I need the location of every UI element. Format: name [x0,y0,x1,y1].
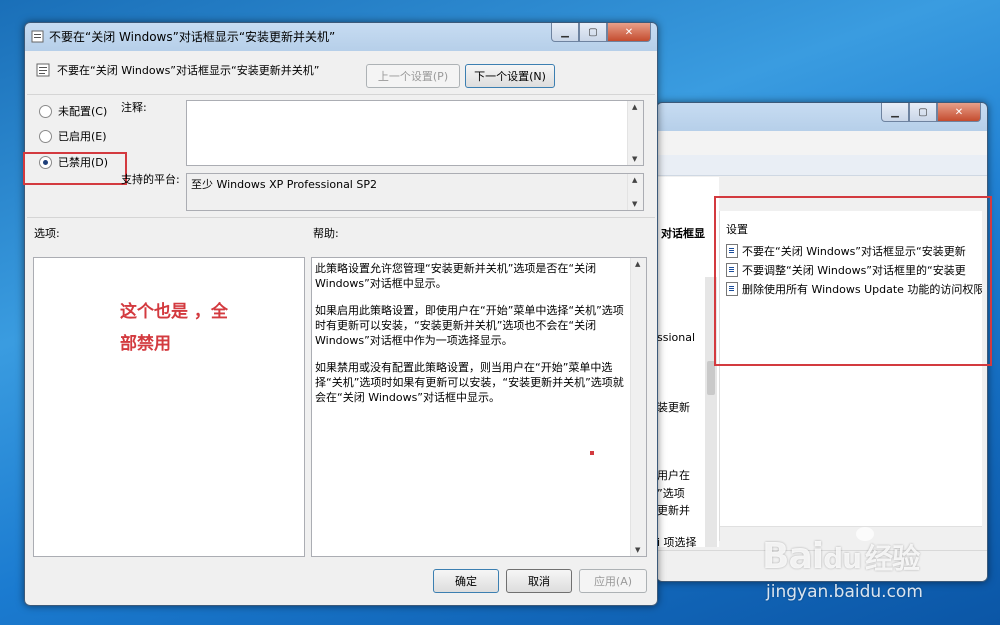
watermark-logo-text: Bai [762,536,824,577]
ok-button[interactable]: 确定 [433,569,499,593]
comment-scrollbar[interactable]: ▲ ▼ [627,101,643,165]
help-paragraph: 如果启用此策略设置，即使用户在“开始”菜单中选择“关机”选项时有更新可以安装，“… [315,304,624,347]
disabled-highlight-box [23,152,127,185]
back-window-titlebar: ▁ ▢ ✕ [657,103,987,129]
dialog-titlebar: 不要在“关闭 Windows”对话框显示“安装更新并关机” ▁ ▢ ✕ [25,23,657,49]
close-button[interactable]: ✕ [937,103,981,122]
platform-scrollbar[interactable]: ▲ ▼ [627,174,643,210]
watermark-url: jingyan.baidu.com [766,582,923,602]
text-fragment: ssional [657,331,696,344]
text-fragment: i 项选择 [657,536,697,547]
close-button[interactable]: ✕ [607,23,651,42]
platform-field: 至少 Windows XP Professional SP2 ▲ ▼ [186,173,644,211]
radio-enabled[interactable]: 已启用(E) [39,128,107,144]
baidu-jingyan-watermark: Baidu 经验 jingyan.baidu.com [760,512,990,607]
header-divider [27,94,655,95]
maximize-button[interactable]: ▢ [579,23,607,42]
radio-indicator [39,129,52,143]
text-fragment: 更新并 [657,504,690,517]
setting-name-heading: 不要在“关闭 Windows”对话框显示“安装更新并关机” [57,64,320,77]
column-header: 对话框显 [661,227,705,240]
help-label: 帮助: [313,227,339,240]
minimize-button[interactable]: ▁ [881,103,909,122]
body-divider [27,217,655,218]
back-window-toolbar [657,131,987,156]
minimize-button[interactable]: ▁ [551,23,579,42]
platform-label: 支持的平台: [121,173,180,186]
annotation-line: 部禁用 [120,334,171,354]
red-dot-mark [590,451,594,455]
annotation-text: 这个也是 ，全 部禁用 [120,296,228,360]
radio-label: 已启用(E) [58,130,107,143]
previous-setting-button[interactable]: 上一个设置(P) [366,64,460,88]
radio-label: 未配置(C) [58,105,108,118]
back-window-panel-divider [657,155,987,176]
text-fragment: 装更新 [657,401,690,414]
help-panel: 此策略设置允许您管理“安装更新并关机”选项是否在“关闭 Windows”对话框中… [311,257,647,557]
help-scrollbar[interactable]: ▲ ▼ [630,258,646,556]
radio-indicator [39,104,52,118]
comment-label: 注释: [121,101,147,114]
annotation-line: 这个也是 ，全 [120,302,228,322]
next-setting-button[interactable]: 下一个设置(N) [465,64,555,88]
platform-value: 至少 Windows XP Professional SP2 [191,178,377,191]
text-fragment: ”选项 [657,487,685,500]
help-paragraph: 如果禁用或没有配置此策略设置，则当用户在“开始”菜单中选择“关机”选项时如果有更… [315,361,624,404]
watermark-logo-suffix: 经验 [865,542,920,575]
options-label: 选项: [34,227,60,240]
dialog-title: 不要在“关闭 Windows”对话框显示“安装更新并关机” [49,30,336,44]
help-text: 此策略设置允许您管理“安装更新并关机”选项是否在“关闭 Windows”对话框中… [315,261,627,417]
comment-field[interactable]: ▲ ▼ [186,100,644,166]
settings-highlight-box [714,196,992,366]
cancel-button[interactable]: 取消 [506,569,572,593]
help-paragraph: 此策略设置允许您管理“安装更新并关机”选项是否在“关闭 Windows”对话框中… [315,262,597,290]
policy-setting-icon [31,30,44,43]
maximize-button[interactable]: ▢ [909,103,937,122]
apply-button[interactable]: 应用(A) [579,569,647,593]
text-fragment: 用户在 [657,469,690,482]
radio-not-configured[interactable]: 未配置(C) [39,103,107,119]
policy-setting-icon [36,63,50,77]
